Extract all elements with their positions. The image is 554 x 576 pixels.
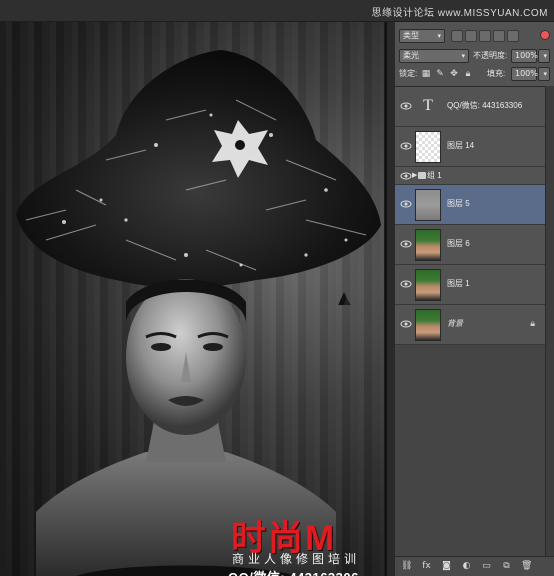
- layer-row-text[interactable]: T QQ/微信: 443163306: [395, 87, 545, 127]
- opacity-input[interactable]: 100%: [511, 49, 538, 63]
- filter-type-icon[interactable]: [479, 30, 491, 42]
- link-layers-icon[interactable]: ⛓: [401, 561, 412, 572]
- layer-thumbnail: [415, 309, 441, 341]
- layer-row-1[interactable]: 图层 1: [395, 265, 545, 305]
- layer-name: 图层 6: [447, 239, 470, 248]
- delete-layer-icon[interactable]: 🗑︎: [521, 561, 532, 572]
- brand-subtitle: 商业人像修图培训: [232, 552, 361, 566]
- add-mask-icon[interactable]: ◙: [441, 561, 452, 572]
- fill-value: 100%: [515, 69, 538, 78]
- eye-icon[interactable]: [400, 319, 412, 329]
- layer-row-background[interactable]: 背景 🔒︎: [395, 305, 545, 345]
- layer-thumbnail: [415, 229, 441, 261]
- layer-name: 图层 5: [447, 199, 470, 208]
- layer-name: 图层 14: [447, 141, 475, 150]
- lock-transparent-icon[interactable]: ▦: [421, 69, 431, 79]
- opacity-value: 100%: [515, 51, 538, 60]
- layer-thumbnail: [415, 189, 441, 221]
- expand-arrow-icon[interactable]: ▶: [412, 171, 417, 179]
- folder-icon: [418, 172, 426, 179]
- lock-fill-row: 锁定: ▦ ✎ ✥ 🔒︎ 填充: 100% ▾: [395, 66, 554, 82]
- layer-name: 图层 1: [447, 279, 470, 288]
- panel-dock-divider[interactable]: [386, 22, 394, 576]
- opacity-dropdown[interactable]: ▾: [538, 49, 550, 63]
- filter-shape-icon[interactable]: [493, 30, 505, 42]
- eye-icon[interactable]: [400, 199, 412, 209]
- layer-thumbnail: [415, 269, 441, 301]
- text-layer-icon: T: [423, 97, 433, 114]
- adjustment-layer-icon[interactable]: ◐: [461, 561, 472, 572]
- blend-opacity-row: 柔光 ▾ 不透明度: 100% ▾: [395, 48, 554, 64]
- layer-thumbnail: [415, 131, 441, 163]
- watermark-text: 思缘设计论坛 www.MISSYUAN.COM: [371, 8, 548, 19]
- filter-adjustment-icon[interactable]: [465, 30, 477, 42]
- photoshop-window: 思缘设计论坛 www.MISSYUAN.COM 时尚M 商业人像修图培训 类型 …: [0, 0, 554, 576]
- opacity-label: 不透明度:: [473, 51, 508, 60]
- eye-icon[interactable]: [400, 101, 412, 111]
- lock-brush-icon[interactable]: ✎: [435, 69, 445, 79]
- layer-style-icon[interactable]: fx: [421, 561, 432, 572]
- eye-icon[interactable]: [400, 239, 412, 249]
- image-canvas[interactable]: 时尚M 商业人像修图培训 QQ/微信: 443163306: [6, 22, 384, 576]
- filter-toggle-icon[interactable]: [540, 30, 550, 40]
- layer-name: 背景: [447, 319, 463, 328]
- layers-list: T QQ/微信: 443163306 图层 14 ▶ 组 1 图层 5 图层 6…: [395, 86, 554, 556]
- chevron-down-icon: ▾: [461, 52, 465, 60]
- layer-group-row[interactable]: ▶ 组 1: [395, 167, 545, 185]
- fill-label: 填充:: [487, 69, 506, 78]
- eye-icon[interactable]: [400, 141, 412, 151]
- chevron-down-icon: ▾: [437, 32, 441, 40]
- layers-scrollbar[interactable]: [545, 86, 554, 556]
- lock-all-icon[interactable]: 🔒︎: [463, 69, 473, 79]
- filter-smart-object-icon[interactable]: [507, 30, 519, 42]
- filter-kind-label: 类型: [403, 31, 419, 40]
- layer-name: 组 1: [427, 171, 442, 180]
- top-bar: 思缘设计论坛 www.MISSYUAN.COM: [0, 0, 554, 22]
- filter-kind-select[interactable]: 类型 ▾: [399, 29, 445, 43]
- chevron-down-icon: ▾: [543, 52, 547, 60]
- filter-pixel-icon[interactable]: [451, 30, 463, 42]
- brand-contact: QQ/微信: 443163306: [228, 567, 359, 576]
- eye-icon[interactable]: [400, 279, 412, 289]
- blend-mode-select[interactable]: 柔光 ▾: [399, 49, 469, 63]
- document-canvas-area[interactable]: 时尚M 商业人像修图培训 QQ/微信: 443163306: [0, 22, 386, 576]
- fill-dropdown[interactable]: ▾: [538, 67, 550, 81]
- layer-row-5-selected[interactable]: 图层 5: [395, 185, 545, 225]
- layers-panel: 类型 ▾ 柔光 ▾ 不透明度: 100% ▾ 锁定: ▦ ✎ ✥ 🔒︎ 填充: …: [394, 22, 554, 576]
- eye-icon[interactable]: [400, 171, 412, 181]
- layer-row-6[interactable]: 图层 6: [395, 225, 545, 265]
- layers-panel-footer: ⛓ fx ◙ ◐ ▭ ⧉ 🗑︎: [395, 556, 554, 576]
- chevron-down-icon: ▾: [543, 70, 547, 78]
- layer-name: QQ/微信: 443163306: [447, 101, 523, 110]
- layer-filter-row: 类型 ▾: [395, 28, 554, 44]
- lock-move-icon[interactable]: ✥: [449, 69, 459, 79]
- lock-label: 锁定:: [399, 69, 418, 78]
- new-group-icon[interactable]: ▭: [481, 561, 492, 572]
- fill-input[interactable]: 100%: [511, 67, 538, 81]
- new-layer-icon[interactable]: ⧉: [501, 561, 512, 572]
- layer-row-14[interactable]: 图层 14: [395, 127, 545, 167]
- lock-icon: 🔒︎: [530, 319, 535, 329]
- blend-mode-label: 柔光: [403, 51, 419, 60]
